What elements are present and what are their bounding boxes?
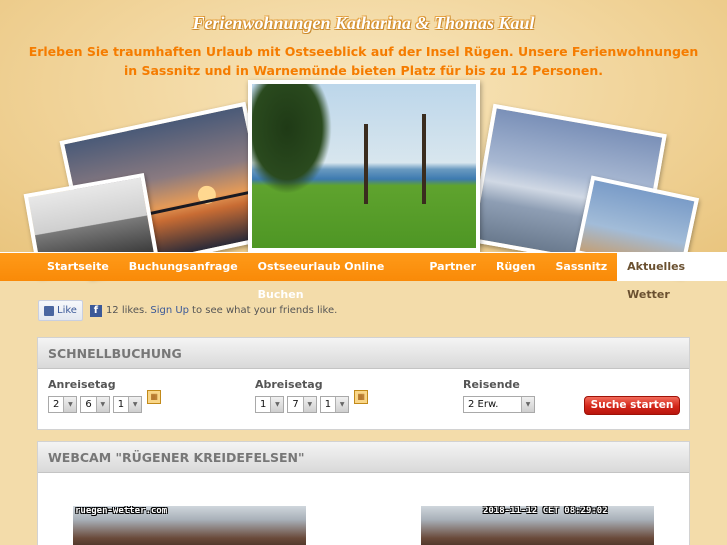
nav-item-partner[interactable]: Partner — [419, 253, 486, 281]
nav-item-startseite[interactable]: Startseite — [37, 253, 119, 281]
search-button[interactable]: Suche starten — [584, 396, 680, 415]
departure-field: Abreisetag 1 ▼ 7 ▼ 1 ▼ ▦ — [255, 378, 369, 414]
arrival-month-select[interactable]: 6 ▼ — [80, 396, 110, 414]
guests-label: Reisende — [463, 378, 520, 391]
chevron-down-icon: ▼ — [95, 397, 109, 413]
arrival-day-select[interactable]: 2 ▼ — [48, 396, 78, 414]
main-navigation: Startseite Buchungsanfrage Ostseeurlaub … — [0, 252, 727, 301]
nav-item-buchungsanfrage[interactable]: Buchungsanfrage — [119, 253, 248, 281]
guests-select[interactable]: 2 Erw. ▼ — [463, 396, 535, 414]
thumbs-up-icon — [44, 305, 54, 316]
webcam-heading: WEBCAM "RÜGENER KREIDEFELSEN" — [38, 442, 689, 473]
nav-item-sassnitz[interactable]: Sassnitz — [545, 253, 617, 281]
like-suffix: to see what your friends like. — [192, 305, 338, 316]
webcam-1-caption: ruegen-wetter.com — [75, 506, 168, 516]
facebook-icon: f — [89, 304, 102, 317]
arrival-field: Anreisetag 2 ▼ 6 ▼ 1 ▼ ▦ — [48, 378, 162, 414]
chevron-down-icon: ▼ — [335, 397, 349, 413]
arrival-label: Anreisetag — [48, 378, 116, 391]
webcam-2-timestamp: 2018-11-12 CET 08:29:02 — [483, 506, 608, 516]
webcam-panel: WEBCAM "RÜGENER KREIDEFELSEN" ruegen-wet… — [37, 441, 690, 545]
header: Ferienwohnungen Katharina & Thomas Kaul … — [0, 0, 727, 279]
signup-link[interactable]: Sign Up — [150, 305, 189, 316]
like-label: Like — [57, 305, 77, 316]
departure-day-select[interactable]: 1 ▼ — [255, 396, 285, 414]
nav-item-online-buchen[interactable]: Ostseeurlaub Online Buchen — [248, 253, 420, 301]
arrival-year-select[interactable]: 1 ▼ — [112, 396, 143, 414]
departure-year-select[interactable]: 1 ▼ — [319, 396, 350, 414]
like-count: 12 likes. — [105, 305, 148, 316]
chevron-down-icon: ▼ — [128, 397, 142, 413]
guests-field: Reisende 2 Erw. ▼ — [463, 378, 538, 414]
webcam-image-2: 2018-11-12 CET 08:29:02 — [421, 506, 654, 545]
quick-booking-heading: SCHNELLBUCHUNG — [38, 338, 689, 369]
departure-label: Abreisetag — [255, 378, 323, 391]
site-subtitle: Erleben Sie traumhaften Urlaub mit Ostse… — [28, 44, 699, 78]
nav-item-aktuelles-wetter[interactable]: Aktuelles Wetter — [617, 253, 727, 301]
chevron-down-icon: ▼ — [270, 397, 284, 413]
calendar-icon[interactable]: ▦ — [354, 390, 369, 404]
nav-item-ruegen[interactable]: Rügen — [486, 253, 545, 281]
departure-month-select[interactable]: 7 ▼ — [287, 396, 317, 414]
webcam-image-1: ruegen-wetter.com — [73, 506, 306, 545]
site-title: Ferienwohnungen Katharina & Thomas Kaul — [192, 13, 535, 33]
palm-garden-photo — [248, 80, 480, 252]
chevron-down-icon: ▼ — [521, 397, 534, 413]
chevron-down-icon: ▼ — [63, 397, 77, 413]
quick-booking-panel: SCHNELLBUCHUNG Anreisetag 2 ▼ 6 ▼ 1 ▼ ▦ Abreis… — [37, 337, 690, 430]
calendar-icon[interactable]: ▦ — [147, 390, 162, 404]
chevron-down-icon: ▼ — [302, 397, 316, 413]
facebook-like-button[interactable]: Like — [38, 300, 83, 321]
facebook-like-bar: Like f 12 likes. Sign Up to see what you… — [38, 300, 337, 321]
